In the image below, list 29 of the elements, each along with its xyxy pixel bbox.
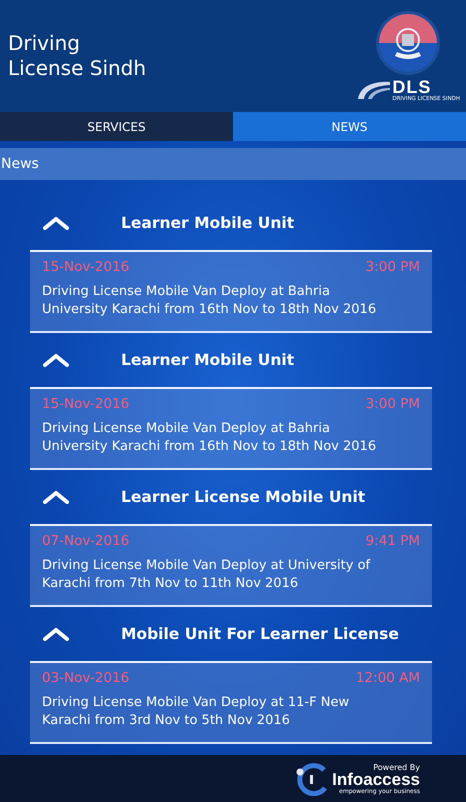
news-date: 15-Nov-2016 — [42, 259, 130, 275]
news-text: Driving License Mobile Van Deploy at University of Karachi from 7th Nov to 11th Nov 2016 — [42, 557, 372, 593]
news-time: 12:00 AM — [356, 670, 420, 686]
tab[interactable]: NEWS — [233, 112, 466, 141]
news-text: Driving License Mobile Van Deploy at Bahria University Karachi from 16th Nov to 18th Nov 2016 — [42, 420, 378, 456]
news-time: 3:00 PM — [366, 259, 420, 275]
news-date: 07-Nov-2016 — [42, 533, 130, 549]
section-title: News — [0, 156, 39, 172]
powered-by-text: Powered By — [373, 762, 420, 772]
logo-mark: DLS — [392, 78, 432, 96]
chevron-icon[interactable] — [43, 353, 69, 367]
news-text: Driving License Mobile Van Deploy at 11-F New Karachi from 3rd Nov to 5th Nov 2016 — [42, 694, 350, 730]
news-time: 3:00 PM — [366, 396, 420, 412]
news-time: 9:41 PM — [366, 533, 420, 549]
news-title: Learner Mobile Unit — [121, 351, 294, 369]
news-date: 03-Nov-2016 — [42, 670, 130, 686]
chevron-icon[interactable] — [43, 216, 69, 230]
news-title: Learner Mobile Unit — [121, 214, 294, 232]
news-text: Driving License Mobile Van Deploy at Bahria University Karachi from 16th Nov to 18th Nov 2016 — [42, 283, 378, 319]
tab[interactable]: SERVICES — [0, 112, 233, 141]
news-date: 15-Nov-2016 — [42, 396, 130, 412]
chevron-icon[interactable] — [43, 627, 69, 641]
road-swoosh-icon — [356, 79, 390, 101]
news-title: Learner License Mobile Unit — [121, 488, 366, 506]
app-title: Driving License Sindh — [8, 31, 146, 81]
brand-name: Infoaccess — [332, 772, 420, 788]
police-emblem-icon — [375, 10, 442, 76]
news-title: Mobile Unit For Learner License — [121, 625, 399, 643]
chevron-icon[interactable] — [43, 490, 69, 504]
